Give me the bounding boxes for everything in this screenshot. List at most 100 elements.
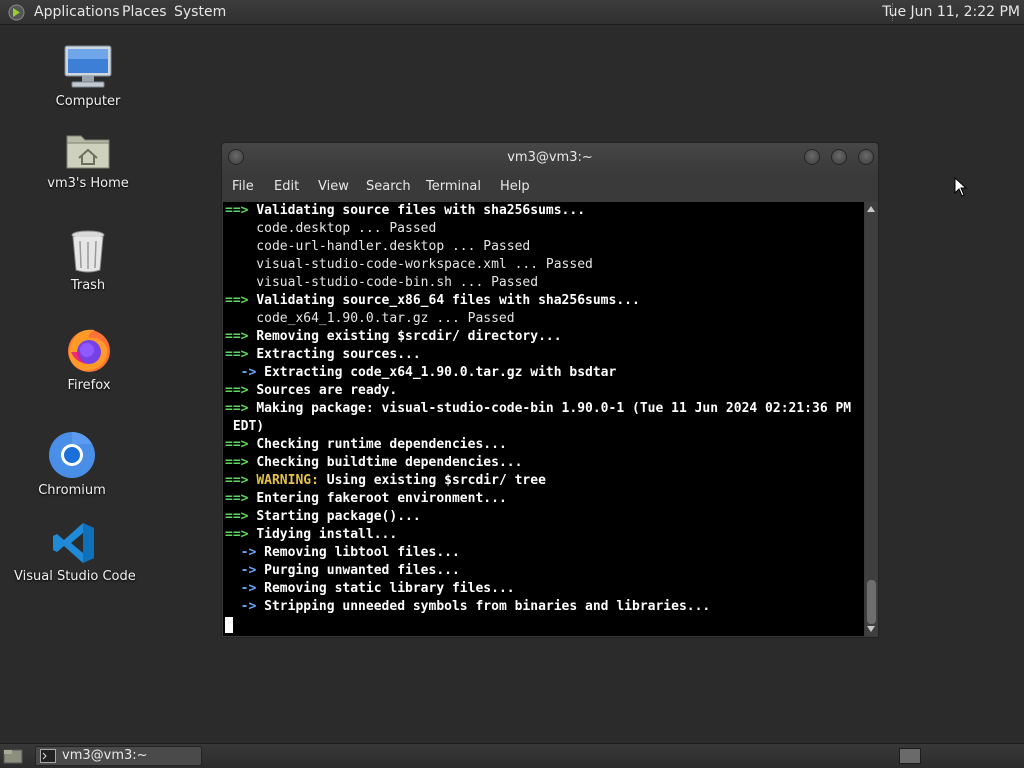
line-prefix: ==> xyxy=(225,455,257,470)
terminal-line: ==> Checking buildtime dependencies... xyxy=(223,454,864,472)
minimize-button[interactable] xyxy=(804,149,820,165)
terminal-icon xyxy=(40,749,56,763)
terminal-window[interactable]: vm3@vm3:~ File Edit View Search Terminal… xyxy=(221,142,879,638)
line-prefix: ==> xyxy=(225,203,257,218)
terminal-line: code_x64_1.90.0.tar.gz ... Passed xyxy=(223,310,864,328)
line-text: Starting package()... xyxy=(256,509,421,524)
terminal-line: -> Removing libtool files... xyxy=(223,544,864,562)
menu-bar: File Edit View Search Terminal Help xyxy=(222,173,878,201)
terminal-line: -> Stripping unneeded symbols from binar… xyxy=(223,598,864,616)
computer-icon xyxy=(64,45,112,88)
terminal-cursor-line xyxy=(223,616,864,634)
desktop-icon-home[interactable]: vm3's Home xyxy=(43,128,133,191)
maximize-button[interactable] xyxy=(831,149,847,165)
desktop-icon-vscode[interactable]: Visual Studio Code xyxy=(14,521,136,584)
scroll-thumb[interactable] xyxy=(867,580,876,624)
terminal-line: code-url-handler.desktop ... Passed xyxy=(223,238,864,256)
line-text: Entering fakeroot environment... xyxy=(256,491,507,506)
desktop-icon-firefox[interactable]: Firefox xyxy=(49,326,129,393)
line-prefix: -> xyxy=(225,581,265,596)
line-text: Extracting sources... xyxy=(256,347,421,362)
applications-menu[interactable]: Applications xyxy=(34,0,120,24)
applications-logo-icon[interactable] xyxy=(8,4,25,21)
scroll-down-arrow-icon[interactable] xyxy=(867,626,875,632)
line-text: Purging unwanted files... xyxy=(264,563,460,578)
line-text: Tidying install... xyxy=(256,527,398,542)
terminal-line: ==> Making package: visual-studio-code-b… xyxy=(223,400,864,418)
menu-search[interactable]: Search xyxy=(366,179,411,194)
system-menu[interactable]: System xyxy=(174,0,226,24)
terminal-line: ==> Extracting sources... xyxy=(223,346,864,364)
line-prefix: ==> xyxy=(225,527,257,542)
terminal-line: visual-studio-code-bin.sh ... Passed xyxy=(223,274,864,292)
line-text: Validating source files with sha256sums.… xyxy=(256,203,586,218)
line-prefix: ==> xyxy=(225,437,257,452)
line-text: Extracting code_x64_1.90.0.tar.gz with b… xyxy=(264,365,617,380)
menu-terminal[interactable]: Terminal xyxy=(426,179,481,194)
scrollbar[interactable] xyxy=(865,202,878,636)
top-panel: Applications Places System Tue Jun 11, 2… xyxy=(0,0,1024,25)
desktop-icon-chromium[interactable]: Chromium xyxy=(32,431,112,498)
line-text: EDT) xyxy=(225,419,265,434)
line-prefix: ==> xyxy=(225,293,257,308)
terminal-line: -> Removing static library files... xyxy=(223,580,864,598)
mouse-pointer-icon xyxy=(954,177,968,197)
line-text: Stripping unneeded symbols from binaries… xyxy=(264,599,711,614)
line-prefix: ==> xyxy=(225,473,257,488)
desktop-icon-trash[interactable]: Trash xyxy=(48,228,128,293)
trash-icon xyxy=(71,230,105,273)
terminal-output[interactable]: ==> Validating source files with sha256s… xyxy=(223,202,864,636)
line-prefix: -> xyxy=(225,365,265,380)
warning-label: WARNING: xyxy=(256,473,327,488)
terminal-line: ==> Validating source files with sha256s… xyxy=(223,202,864,220)
desktop-icon-label: vm3's Home xyxy=(47,176,129,191)
menu-help[interactable]: Help xyxy=(500,179,530,194)
menu-file[interactable]: File xyxy=(232,179,254,194)
scroll-up-arrow-icon[interactable] xyxy=(867,206,875,212)
line-text: Removing existing $srcdir/ directory... xyxy=(256,329,562,344)
line-text: Removing libtool files... xyxy=(264,545,460,560)
close-button[interactable] xyxy=(858,149,874,165)
window-title: vm3@vm3:~ xyxy=(507,150,593,165)
terminal-line: ==> Removing existing $srcdir/ directory… xyxy=(223,328,864,346)
terminal-line: ==> Checking runtime dependencies... xyxy=(223,436,864,454)
menu-edit[interactable]: Edit xyxy=(274,179,299,194)
terminal-cursor xyxy=(225,616,233,633)
desktop-icon-computer[interactable]: Computer xyxy=(48,44,128,109)
terminal-line: ==> Validating source_x86_64 files with … xyxy=(223,292,864,310)
line-text: visual-studio-code-workspace.xml ... Pas… xyxy=(225,257,593,272)
terminal-line: -> Extracting code_x64_1.90.0.tar.gz wit… xyxy=(223,364,864,382)
line-prefix: ==> xyxy=(225,401,257,416)
title-bar[interactable]: vm3@vm3:~ xyxy=(222,143,878,173)
line-prefix: ==> xyxy=(225,347,257,362)
vscode-icon xyxy=(53,523,94,563)
line-text: Validating source_x86_64 files with sha2… xyxy=(256,293,640,308)
line-text: Checking runtime dependencies... xyxy=(256,437,507,452)
firefox-icon xyxy=(68,329,110,372)
line-text: code.desktop ... Passed xyxy=(225,221,437,236)
line-prefix: ==> xyxy=(225,509,257,524)
line-text: Sources are ready. xyxy=(256,383,398,398)
chromium-icon xyxy=(49,432,95,478)
workspace-switcher[interactable] xyxy=(899,748,921,764)
taskbar-terminal-button[interactable]: vm3@vm3:~ xyxy=(35,746,202,766)
show-desktop-icon[interactable] xyxy=(3,748,23,764)
terminal-line: ==> Sources are ready. xyxy=(223,382,864,400)
desktop-icon-label: Trash xyxy=(70,278,106,293)
clock[interactable]: Tue Jun 11, 2:22 PM xyxy=(882,0,1020,24)
line-prefix: -> xyxy=(225,563,265,578)
terminal-line: ==> Entering fakeroot environment... xyxy=(223,490,864,508)
desktop-icon-label: Chromium xyxy=(38,483,106,498)
terminal-line: code.desktop ... Passed xyxy=(223,220,864,238)
terminal-line: ==> Tidying install... xyxy=(223,526,864,544)
line-prefix: ==> xyxy=(225,383,257,398)
places-menu[interactable]: Places xyxy=(122,0,167,24)
menu-view[interactable]: View xyxy=(318,179,349,194)
terminal-line: ==> WARNING: Using existing $srcdir/ tre… xyxy=(223,472,864,490)
terminal-line: -> Purging unwanted files... xyxy=(223,562,864,580)
line-text: code-url-handler.desktop ... Passed xyxy=(225,239,531,254)
taskbar-label: vm3@vm3:~ xyxy=(62,748,148,763)
home-folder-icon xyxy=(66,135,110,169)
terminal-line: visual-studio-code-workspace.xml ... Pas… xyxy=(223,256,864,274)
line-text: Removing static library files... xyxy=(264,581,515,596)
